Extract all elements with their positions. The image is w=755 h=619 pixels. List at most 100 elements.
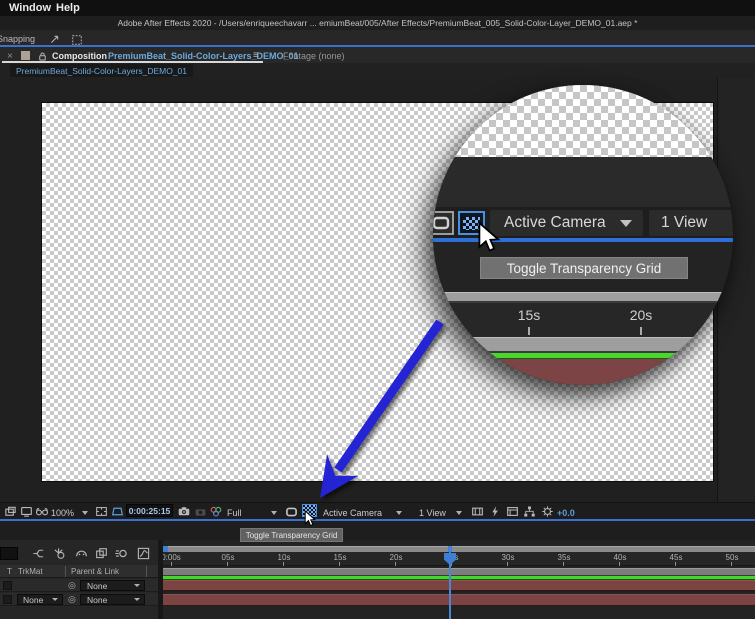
- layer-switch-box[interactable]: [3, 595, 12, 604]
- column-parent-link-label[interactable]: Parent & Link: [71, 567, 119, 576]
- column-divider[interactable]: [146, 566, 147, 577]
- snapshot-camera-icon[interactable]: [176, 505, 191, 518]
- frame-blending-icon[interactable]: [94, 547, 108, 560]
- draft-3d-icon[interactable]: [52, 547, 66, 560]
- chevron-down-icon: [52, 598, 58, 601]
- magnified-toolbar-gap: [433, 157, 733, 207]
- safe-margins-icon[interactable]: [94, 505, 108, 518]
- parent-dropdown-value: None: [87, 580, 108, 591]
- composition-tab-name[interactable]: PremiumBeat_Solid-Color-Layers_DEMO_01: [108, 51, 299, 61]
- tooltip-text: Toggle Transparency Grid: [245, 530, 338, 540]
- timeline-search-field[interactable]: [0, 547, 18, 560]
- always-preview-icon[interactable]: [3, 505, 17, 518]
- mini-flowchart-icon[interactable]: [31, 547, 45, 560]
- exposure-value[interactable]: +0.0: [557, 508, 575, 518]
- ruler-label: 0:00s: [163, 553, 181, 562]
- ruler-tick: [528, 327, 530, 335]
- after-effects-window: Window Help Adobe After Effects 2020 - /…: [0, 0, 755, 619]
- panel-menu-icon[interactable]: ≡: [253, 50, 259, 61]
- ruler-label: 20s: [629, 307, 653, 323]
- tooltip-text: Toggle Transparency Grid: [506, 260, 662, 276]
- title-bar: Adobe After Effects 2020 - /Users/enriqu…: [0, 16, 755, 30]
- layer-duration-bar[interactable]: [163, 580, 755, 592]
- magnifier-callout: Active Camera 1 View Toggle Transparency…: [433, 85, 733, 385]
- show-channel-icon[interactable]: [208, 505, 223, 518]
- annotation-arrow: [320, 319, 444, 498]
- timecode-box[interactable]: 0:00:25:15: [126, 504, 173, 517]
- resolution-dropdown[interactable]: Full: [227, 508, 242, 518]
- parent-dropdown[interactable]: None: [80, 594, 145, 605]
- layer-switch-box[interactable]: [3, 581, 12, 590]
- panel-thumbnail: [21, 51, 30, 60]
- ruler-label: 40s: [613, 553, 627, 562]
- view-layout-value: 1 View: [661, 214, 708, 231]
- ruler-tick: [640, 327, 642, 335]
- viewer-tab[interactable]: PremiumBeat_Solid-Color-Layers_DEMO_01: [10, 64, 193, 77]
- options-bar: [0, 30, 755, 46]
- tooltip: Toggle Transparency Grid: [480, 257, 688, 279]
- pixel-aspect-icon[interactable]: [470, 505, 484, 518]
- view-layout-dropdown[interactable]: 1 View: [649, 210, 733, 236]
- magnified-layer-bar: [433, 359, 733, 385]
- parent-dropdown[interactable]: None: [80, 580, 145, 591]
- track-area: 0:00s 05s 10s 15s 20s 25s 30s 35s 40s 45…: [163, 540, 755, 619]
- magnified-transparency-grid: [433, 85, 733, 157]
- composition-tab-label[interactable]: Composition: [52, 51, 107, 61]
- ruler-label: 35s: [557, 553, 571, 562]
- column-divider[interactable]: [65, 566, 66, 577]
- timeline-panel-top-gap: [0, 521, 755, 540]
- menu-help[interactable]: Help: [56, 2, 80, 14]
- column-trkmat-label[interactable]: TrkMat: [18, 567, 43, 576]
- ruler-label: 50s: [725, 553, 739, 562]
- chevron-down-icon[interactable]: [82, 511, 88, 515]
- ruler-label: 30s: [501, 553, 515, 562]
- magnified-time-ruler: 15s 20s: [433, 303, 733, 337]
- work-area-bar[interactable]: [163, 568, 755, 576]
- ruler-label: 15s: [333, 553, 347, 562]
- pickwhip-icon[interactable]: ◎: [68, 580, 76, 591]
- ruler-label: 20s: [389, 553, 403, 562]
- ruler-label: 15s: [517, 307, 541, 323]
- magnified-navigator-bar: [433, 292, 733, 303]
- ruler-label: 45s: [669, 553, 683, 562]
- monitor-icon[interactable]: [19, 505, 33, 518]
- layer-duration-bar[interactable]: [163, 594, 755, 606]
- cursor-icon: [304, 510, 317, 527]
- snapping-label: Snapping: [0, 34, 36, 44]
- viewer-tab-name: PremiumBeat_Solid-Color-Layers_DEMO_01: [15, 65, 187, 76]
- timeline-panel-icon[interactable]: [505, 505, 519, 518]
- footage-tab[interactable]: Footage (none): [283, 51, 345, 61]
- camera-view-dropdown[interactable]: Active Camera: [490, 210, 643, 236]
- fast-previews-icon[interactable]: [488, 505, 502, 518]
- window-title: Adobe After Effects 2020 - /Users/enriqu…: [117, 18, 638, 28]
- show-snapshot-icon[interactable]: [193, 505, 207, 518]
- reset-exposure-icon[interactable]: [540, 505, 554, 518]
- ruler-label: 10s: [277, 553, 291, 562]
- chevron-down-icon: [134, 598, 140, 601]
- tooltip: Toggle Transparency Grid: [240, 528, 343, 542]
- mask-visibility-icon[interactable]: [110, 505, 124, 518]
- channel-glasses-icon[interactable]: [34, 505, 49, 518]
- shy-layers-icon[interactable]: [74, 547, 88, 560]
- trkmat-dropdown-value: None: [23, 594, 44, 605]
- flowchart-icon[interactable]: [522, 505, 536, 518]
- magnified-work-area-bar: [433, 337, 733, 353]
- trkmat-dropdown[interactable]: None: [17, 594, 63, 605]
- chevron-down-icon: [134, 584, 140, 587]
- graph-editor-icon[interactable]: [136, 547, 150, 560]
- timecode-value: 0:00:25:15: [128, 505, 171, 516]
- menu-bar: [0, 0, 755, 16]
- column-t-label[interactable]: T: [7, 567, 12, 576]
- chevron-down-icon[interactable]: [271, 511, 277, 515]
- cursor-icon: [478, 221, 501, 252]
- ruler-label: 05s: [221, 553, 235, 562]
- menu-window[interactable]: Window: [9, 2, 51, 14]
- time-ruler[interactable]: 0:00s 05s 10s 15s 20s 25s 30s 35s 40s 45…: [163, 552, 755, 566]
- camera-view-value: Active Camera: [504, 214, 606, 231]
- zoom-level-dropdown[interactable]: 100%: [51, 508, 74, 518]
- motion-blur-icon[interactable]: [114, 547, 128, 560]
- pickwhip-icon[interactable]: ◎: [68, 594, 76, 605]
- parent-dropdown-value: None: [87, 594, 108, 605]
- chevron-down-icon: [620, 219, 632, 227]
- region-of-interest-button[interactable]: [433, 211, 454, 235]
